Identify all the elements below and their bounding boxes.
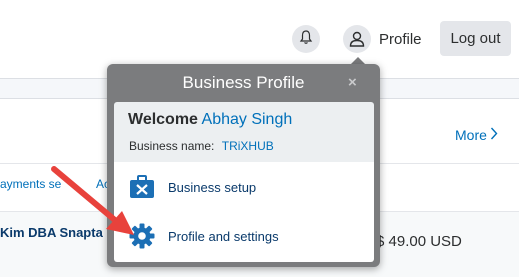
welcome-section: Welcome Abhay Singh Business name: TRiXH… [114, 102, 374, 162]
welcome-line: Welcome Abhay Singh [128, 111, 292, 129]
profile-label: Profile [379, 30, 422, 48]
notifications-button[interactable] [292, 25, 320, 53]
user-name: Abhay Singh [201, 111, 293, 128]
logout-button[interactable]: Log out [440, 21, 511, 56]
transaction-amount: -$ 49.00 USD [371, 233, 462, 250]
more-label: More [455, 127, 487, 143]
close-icon[interactable]: × [348, 74, 357, 91]
chevron-right-icon [490, 127, 498, 143]
profile-button[interactable]: Profile [343, 24, 422, 54]
popup-menu: Business setup Profile and settings [114, 162, 374, 262]
bell-icon [298, 29, 314, 50]
business-setup-item[interactable]: Business setup [128, 172, 256, 202]
profile-settings-item[interactable]: Profile and settings [128, 221, 279, 251]
business-name-line: Business name: TRiXHUB [129, 139, 274, 153]
profile-settings-label: Profile and settings [168, 228, 279, 244]
business-profile-popup: Business Profile × Welcome Abhay Singh B… [107, 64, 380, 267]
annotation-arrow [51, 166, 134, 235]
welcome-label: Welcome [128, 111, 198, 128]
business-name-label: Business name: [129, 139, 215, 153]
business-setup-label: Business setup [168, 179, 257, 195]
user-icon [343, 25, 371, 53]
more-link[interactable]: More [455, 127, 498, 143]
popup-title: Business Profile [182, 73, 305, 92]
business-name-value: TRiXHUB [221, 139, 274, 153]
